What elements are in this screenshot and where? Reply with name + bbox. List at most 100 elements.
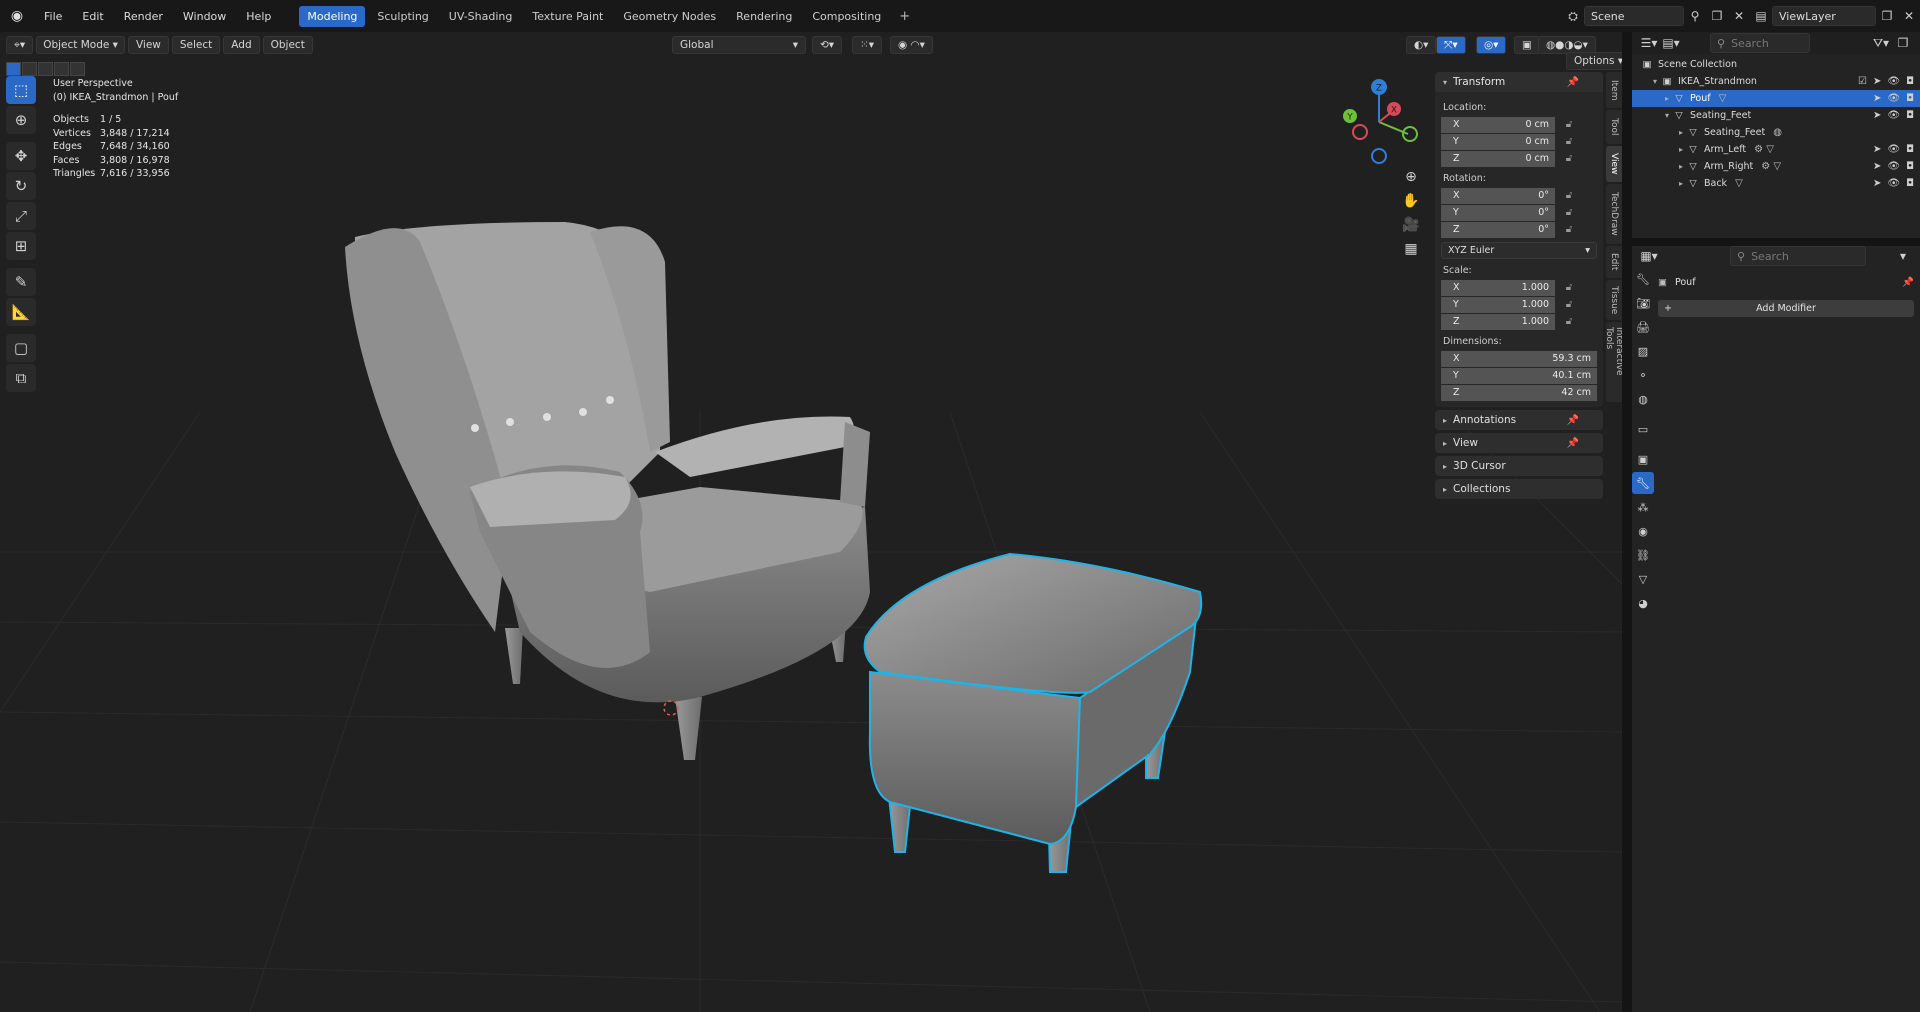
data-props-icon[interactable]: ▽ [1632, 568, 1654, 590]
location-z-field[interactable]: Z0 cm [1441, 150, 1555, 167]
scale-y-field[interactable]: Y 1.000 [1441, 296, 1555, 313]
dimensions-z-field[interactable]: Z 42 cm [1441, 384, 1597, 401]
lock-icon[interactable]: 🔓︎ [1555, 316, 1583, 327]
transform-orientation-dropdown[interactable]: Global ▾ [672, 36, 806, 54]
expand-icon[interactable]: ▸ [1676, 179, 1686, 188]
tab-interactive-tools[interactable]: Interactive Tools [1604, 322, 1622, 402]
select-icon[interactable]: ➤ [1873, 76, 1881, 87]
eye-icon[interactable]: 👁︎ [1887, 144, 1900, 155]
rotation-z-field[interactable]: Z 0° [1441, 221, 1555, 238]
tab-tool[interactable]: Tool [1606, 110, 1622, 144]
tab-uv-shading[interactable]: UV-Shading [441, 6, 521, 27]
remove-layer-icon[interactable]: ✕ [1898, 6, 1920, 26]
tree-item-pouf[interactable]: ▸ ▽ Pouf ▽ ➤ 👁︎ ◘ [1632, 90, 1920, 107]
camera-icon[interactable]: ◘ [1906, 110, 1914, 121]
select-icon[interactable]: ➤ [1873, 178, 1881, 189]
new-collection-icon[interactable]: ❐ [1892, 33, 1914, 53]
mesh-data-icon[interactable]: ▽ [1719, 93, 1727, 104]
tab-view[interactable]: View [1606, 146, 1622, 182]
location-x-field[interactable]: X0 cm [1441, 116, 1555, 133]
object-mode-dropdown[interactable]: Object Mode ▾ [36, 36, 125, 54]
camera-icon[interactable]: ◘ [1906, 93, 1914, 104]
add-cube-tool-icon[interactable]: ▢ [6, 334, 36, 362]
select-extend-icon[interactable] [22, 62, 37, 76]
tool-props-icon[interactable]: 🔧︎ [1632, 268, 1654, 290]
world-props-icon[interactable]: ◍ [1632, 388, 1654, 410]
tree-item-ikea-strandmon[interactable]: ▾ ▣ IKEA_Strandmon ☑ ➤ 👁︎ ◘ [1632, 73, 1920, 90]
pivot-point-icon[interactable]: ⟲▾ [812, 36, 843, 54]
select-icon[interactable]: ➤ [1873, 144, 1881, 155]
pin-icon[interactable]: 📌 [1567, 438, 1579, 449]
select-box-tool-icon[interactable]: ⬚ [6, 76, 36, 104]
properties-search[interactable]: ⚲ Search [1730, 246, 1866, 266]
proportional-edit-icon[interactable]: ◉ ◠▾ [890, 36, 933, 54]
select-new-icon[interactable] [6, 62, 21, 76]
lock-icon[interactable]: 🔓︎ [1555, 136, 1583, 147]
lock-icon[interactable]: 🔓︎ [1555, 224, 1583, 235]
selection-mode-buttons[interactable] [6, 62, 85, 76]
view-menu[interactable]: View [127, 36, 169, 54]
tab-edit[interactable]: Edit [1606, 246, 1622, 278]
expand-icon[interactable]: ▸ [1676, 145, 1686, 154]
select-invert-icon[interactable] [54, 62, 69, 76]
scale-z-field[interactable]: Z 1.000 [1441, 313, 1555, 330]
scale-x-field[interactable]: X 1.000 [1441, 279, 1555, 296]
close-icon[interactable]: ✕ [1728, 6, 1750, 26]
blender-logo-icon[interactable]: ◉ [6, 5, 28, 27]
add-menu[interactable]: Add [223, 36, 260, 54]
visibility-icon[interactable]: ◐▾ [1406, 36, 1437, 54]
modifier-icon[interactable]: ⚙ ▽ [1761, 161, 1781, 172]
add-object-tool-icon[interactable]: ⧉ [6, 364, 36, 392]
object-props-icon[interactable]: ▣ [1632, 448, 1654, 470]
lock-icon[interactable]: 🔓︎ [1555, 282, 1583, 293]
camera-icon[interactable]: ◘ [1906, 161, 1914, 172]
select-icon[interactable]: ➤ [1873, 93, 1881, 104]
transform-tool-icon[interactable]: ⊞ [6, 232, 36, 260]
filter-icon[interactable]: ⛛▾ [1870, 33, 1892, 53]
tree-item-seating-feet-mesh[interactable]: ▸ ▽ Seating_Feet ◍ [1632, 124, 1920, 141]
tree-item-arm-left[interactable]: ▸ ▽ Arm_Left ⚙ ▽ ➤ 👁︎ ◘ [1632, 141, 1920, 158]
expand-icon[interactable]: ▸ [1662, 94, 1672, 103]
dimensions-y-field[interactable]: Y 40.1 cm [1441, 367, 1597, 384]
menu-edit[interactable]: Edit [72, 6, 113, 27]
scene-props-icon[interactable]: ⚬ [1632, 364, 1654, 386]
camera-icon[interactable]: ◘ [1906, 144, 1914, 155]
scale-tool-icon[interactable]: ⤢ [6, 202, 36, 230]
view-layer-selector[interactable]: ViewLayer [1772, 6, 1876, 26]
pin-icon[interactable]: 📌 [1567, 415, 1579, 426]
tab-texture-paint[interactable]: Texture Paint [524, 6, 611, 27]
modifier-props-icon[interactable]: 🔧︎ [1632, 472, 1654, 494]
tree-item-arm-right[interactable]: ▸ ▽ Arm_Right ⚙ ▽ ➤ 👁︎ ◘ [1632, 158, 1920, 175]
pan-icon[interactable]: ✋ [1400, 190, 1422, 212]
tab-sculpting[interactable]: Sculpting [369, 6, 436, 27]
tab-item[interactable]: Item [1606, 72, 1622, 108]
tab-techdraw[interactable]: TechDraw [1606, 184, 1622, 244]
outliner-editor-icon[interactable]: ☰▾ [1638, 33, 1660, 53]
menu-help[interactable]: Help [236, 6, 281, 27]
outliner-search[interactable]: ⚲ Search [1710, 33, 1810, 53]
menu-file[interactable]: File [34, 6, 72, 27]
navigation-gizmo[interactable]: Z Y X [1340, 76, 1418, 168]
render-props-icon[interactable]: 📷︎ [1632, 292, 1654, 314]
rotation-mode-dropdown[interactable]: XYZ Euler ▾ [1441, 242, 1597, 259]
tree-item-back[interactable]: ▸ ▽ Back ▽ ➤ 👁︎ ◘ [1632, 175, 1920, 192]
material-icon[interactable]: ◍ [1773, 127, 1782, 138]
scene-selector[interactable]: Scene [1584, 6, 1684, 26]
snap-icon[interactable]: ⁙▾ [852, 36, 883, 54]
area-divider[interactable] [1622, 32, 1632, 1012]
collections-panel-header[interactable]: ▸ Collections [1435, 479, 1603, 499]
constraints-props-icon[interactable]: ⛓ [1632, 544, 1654, 566]
xray-icon[interactable]: ▣ [1514, 36, 1540, 54]
select-intersect-icon[interactable] [70, 62, 85, 76]
overlays-toggle-icon[interactable]: ◎▾ [1476, 36, 1507, 54]
new-layer-icon[interactable]: ❐ [1876, 6, 1898, 26]
display-mode-icon[interactable]: ▤▾ [1660, 33, 1682, 53]
tab-tissue[interactable]: Tissue [1606, 280, 1622, 320]
expand-icon[interactable]: ▸ [1676, 128, 1686, 137]
menu-render[interactable]: Render [114, 6, 173, 27]
dropdown-icon[interactable]: ▾ [1892, 246, 1914, 266]
dimensions-x-field[interactable]: X 59.3 cm [1441, 350, 1597, 367]
pin-icon[interactable]: 📌 [1567, 77, 1579, 88]
add-modifier-button[interactable]: + Add Modifier [1658, 300, 1914, 317]
camera-icon[interactable]: ◘ [1906, 76, 1914, 87]
